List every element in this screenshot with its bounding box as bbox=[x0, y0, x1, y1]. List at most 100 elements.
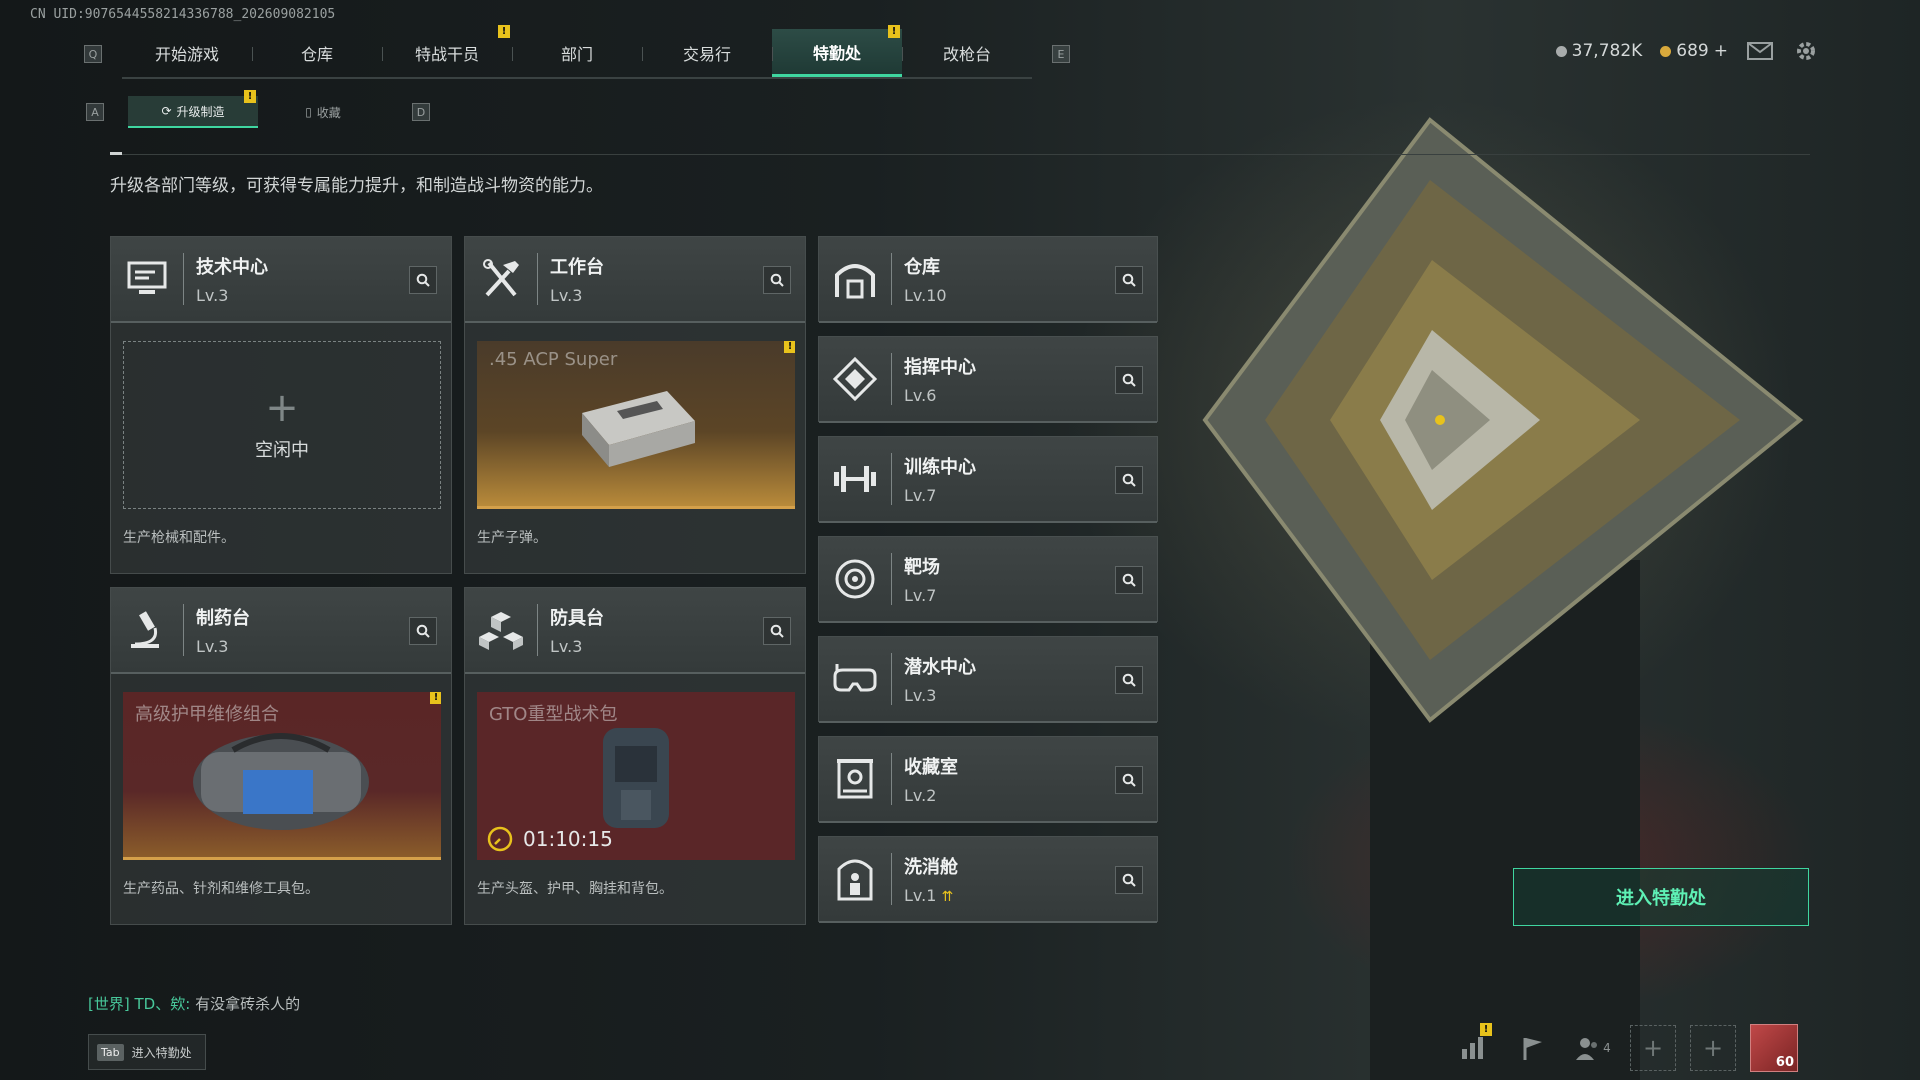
top-nav: Q 开始游戏 仓库 特战干员! 部门 交易行 特勤处! 改枪台 E bbox=[84, 25, 1070, 79]
upgrade-icon: ⟳ bbox=[161, 104, 172, 118]
facility-description: 生产枪械和配件。 bbox=[123, 530, 235, 546]
separator bbox=[891, 653, 892, 705]
search-button[interactable] bbox=[1115, 866, 1143, 894]
stats-icon[interactable]: ! bbox=[1450, 1023, 1496, 1071]
add-party-slot[interactable]: + bbox=[1630, 1025, 1676, 1071]
avatar[interactable]: 60 bbox=[1750, 1024, 1798, 1072]
tab-collection[interactable]: ▯ 收藏 bbox=[258, 96, 388, 128]
search-button[interactable] bbox=[1115, 566, 1143, 594]
search-icon bbox=[1122, 873, 1136, 887]
tab-trading[interactable]: 交易行 bbox=[642, 29, 772, 77]
warehouse-icon bbox=[819, 236, 891, 322]
separator bbox=[891, 553, 892, 605]
nav-prev-key[interactable]: Q bbox=[84, 45, 102, 63]
production-slot-item[interactable]: 高级护甲维修组合 ! bbox=[123, 692, 441, 860]
gold-currency[interactable]: 689 + bbox=[1660, 41, 1728, 61]
facility-card-decontamination[interactable]: 洗消舱 Lv.1 ⇈ bbox=[818, 836, 1158, 923]
subnav-next-key[interactable]: D bbox=[412, 103, 430, 121]
tab-departments[interactable]: 部门 bbox=[512, 29, 642, 77]
search-icon bbox=[770, 273, 784, 287]
diving-mask-icon bbox=[819, 636, 891, 722]
trophy-icon: ▯ bbox=[305, 105, 312, 119]
facility-card-pharmacy: 制药台 Lv.3 高级护甲维修组合 ! 生产药品、针剂和维修工具包。 bbox=[110, 587, 452, 925]
enter-special-ops-button[interactable]: 进入特勤处 bbox=[1513, 868, 1809, 926]
facility-card-collection-room[interactable]: 收藏室 Lv.2 bbox=[818, 736, 1158, 823]
production-slot-idle[interactable]: + 空闲中 bbox=[123, 341, 441, 509]
command-icon bbox=[819, 336, 891, 422]
facility-level: Lv.7 bbox=[904, 486, 937, 505]
facility-level: Lv.10 bbox=[904, 286, 947, 305]
facility-card-training-center[interactable]: 训练中心 Lv.7 bbox=[818, 436, 1158, 523]
facility-level: Lv.3 bbox=[550, 637, 583, 656]
separator bbox=[891, 453, 892, 505]
facility-name: 技术中心 bbox=[196, 257, 268, 278]
chat-channel: [世界] bbox=[88, 995, 130, 1013]
search-button[interactable] bbox=[763, 266, 791, 294]
dumbbell-icon bbox=[819, 436, 891, 522]
facility-header[interactable]: 防具台 Lv.3 bbox=[465, 588, 805, 674]
facility-header: 潜水中心 Lv.3 bbox=[819, 637, 1157, 723]
subnav-prev-key[interactable]: A bbox=[86, 103, 104, 121]
page-description: 升级各部门等级，可获得专属能力提升，和制造战斗物资的能力。 bbox=[110, 176, 603, 196]
facility-card-workbench: 工作台 Lv.3 .45 ACP Super ! 生产子弹。 bbox=[464, 236, 806, 574]
divider-accent bbox=[110, 152, 122, 155]
plus-icon: + bbox=[265, 385, 299, 431]
main-tabs: 开始游戏 仓库 特战干员! 部门 交易行 特勤处! 改枪台 bbox=[122, 25, 1032, 79]
search-icon bbox=[1122, 773, 1136, 787]
notification-badge: ! bbox=[244, 90, 256, 103]
search-button[interactable] bbox=[1115, 266, 1143, 294]
search-button[interactable] bbox=[1115, 366, 1143, 394]
nav-next-key[interactable]: E bbox=[1052, 45, 1070, 63]
tab-start-game[interactable]: 开始游戏 bbox=[122, 29, 252, 77]
facility-description: 生产药品、针剂和维修工具包。 bbox=[123, 881, 319, 897]
tab-key: Tab bbox=[97, 1043, 124, 1061]
facility-level: Lv.7 bbox=[904, 586, 937, 605]
tab-key-hint[interactable]: Tab 进入特勤处 bbox=[88, 1034, 206, 1070]
tab-upgrade-craft[interactable]: ⟳ 升级制造 ! bbox=[128, 90, 258, 128]
tab-operators[interactable]: 特战干员! bbox=[382, 25, 512, 77]
search-button[interactable] bbox=[409, 266, 437, 294]
search-button[interactable] bbox=[763, 617, 791, 645]
microscope-icon bbox=[111, 587, 183, 673]
tab-warehouse[interactable]: 仓库 bbox=[252, 29, 382, 77]
facility-card-armor-bench: 防具台 Lv.3 GTO重型战术包 01:10:15 生产头盔、护甲、胸挂和背包… bbox=[464, 587, 806, 925]
separator bbox=[537, 604, 538, 656]
facility-header: 洗消舱 Lv.1 ⇈ bbox=[819, 837, 1157, 923]
flag-icon[interactable] bbox=[1510, 1025, 1556, 1071]
production-slot-item[interactable]: .45 ACP Super ! bbox=[477, 341, 795, 509]
cubes-icon bbox=[465, 587, 537, 673]
facility-card-tech-center: 技术中心 Lv.3 + 空闲中 生产枪械和配件。 bbox=[110, 236, 452, 574]
facility-header[interactable]: 制药台 Lv.3 bbox=[111, 588, 451, 674]
notification-badge: ! bbox=[498, 25, 510, 38]
tab-hint-label: 进入特勤处 bbox=[131, 1045, 192, 1060]
facility-name: 指挥中心 bbox=[904, 357, 976, 378]
notification-badge: ! bbox=[1480, 1023, 1492, 1036]
facility-header: 训练中心 Lv.7 bbox=[819, 437, 1157, 523]
facility-card-command-center[interactable]: 指挥中心 Lv.6 bbox=[818, 336, 1158, 423]
tab-special-ops[interactable]: 特勤处! bbox=[772, 25, 902, 77]
facility-header[interactable]: 工作台 Lv.3 bbox=[465, 237, 805, 323]
search-button[interactable] bbox=[1115, 466, 1143, 494]
facility-card-diving-center[interactable]: 潜水中心 Lv.3 bbox=[818, 636, 1158, 723]
add-currency-button[interactable]: + bbox=[1714, 41, 1728, 61]
production-slot-item[interactable]: GTO重型战术包 01:10:15 bbox=[477, 692, 795, 860]
facility-name: 靶场 bbox=[904, 557, 940, 578]
party-icon[interactable]: 4 bbox=[1570, 1025, 1616, 1071]
tab-gunsmith[interactable]: 改枪台 bbox=[902, 29, 1032, 77]
chat-text: 有没拿砖杀人的 bbox=[195, 995, 301, 1013]
chat-message[interactable]: [世界] TD、欸: 有没拿砖杀人的 bbox=[88, 993, 300, 1014]
currency-bar: 37,782K 689 + bbox=[1555, 40, 1820, 62]
search-button[interactable] bbox=[1115, 666, 1143, 694]
search-button[interactable] bbox=[409, 617, 437, 645]
facility-card-shooting-range[interactable]: 靶场 Lv.7 bbox=[818, 536, 1158, 623]
upgrade-arrow-icon: ⇈ bbox=[941, 889, 954, 905]
gear-icon[interactable] bbox=[1792, 40, 1820, 62]
player-level: 60 bbox=[1775, 1055, 1794, 1070]
mail-icon[interactable] bbox=[1746, 40, 1774, 62]
search-button[interactable] bbox=[1115, 766, 1143, 794]
facility-header[interactable]: 技术中心 Lv.3 bbox=[111, 237, 451, 323]
add-party-slot[interactable]: + bbox=[1690, 1025, 1736, 1071]
facility-card-warehouse[interactable]: 仓库 Lv.10 bbox=[818, 236, 1158, 323]
search-icon bbox=[1122, 273, 1136, 287]
separator bbox=[891, 353, 892, 405]
